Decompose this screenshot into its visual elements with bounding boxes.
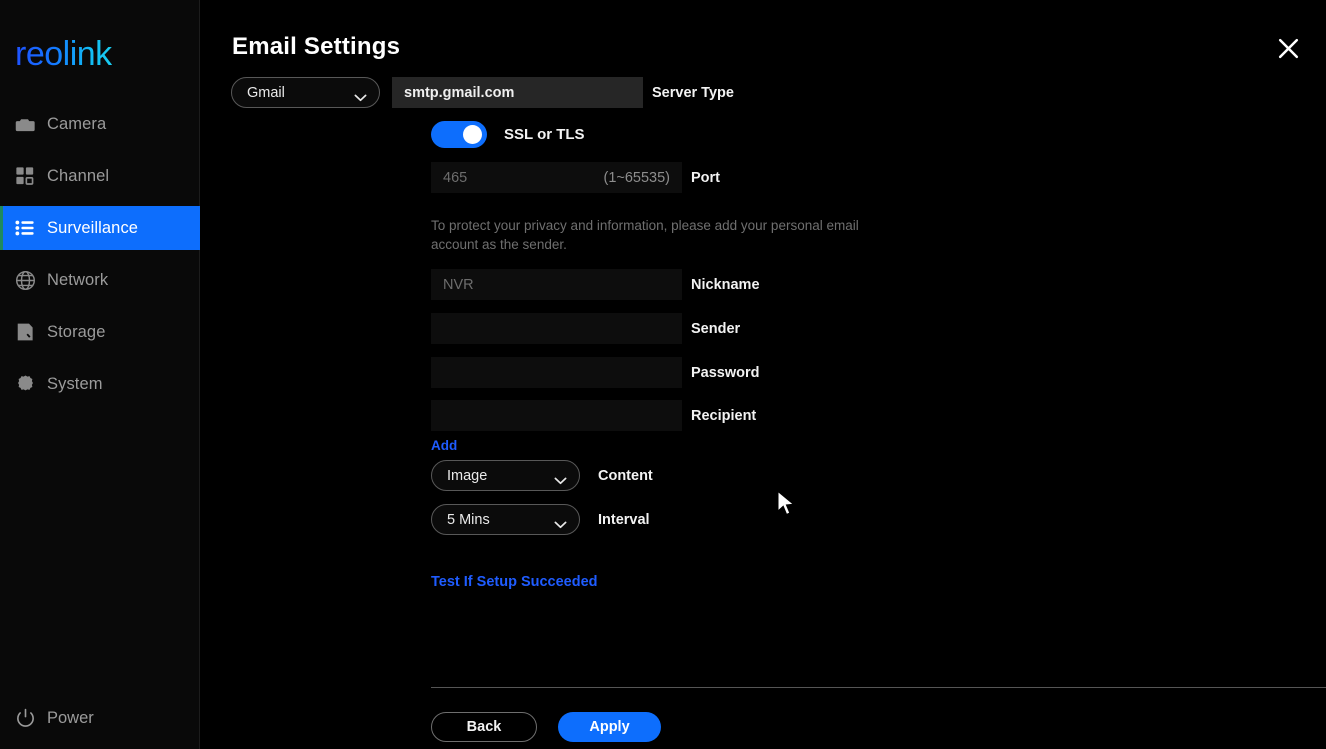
reolink-logo: reolink: [15, 33, 112, 75]
interval-value: 5 Mins: [447, 511, 490, 528]
server-type-row: Gmail smtp.gmail.com Server Type: [231, 77, 734, 108]
ssl-toggle[interactable]: [431, 121, 487, 148]
content-label: Content: [598, 467, 653, 484]
sidebar-item-network[interactable]: Network: [0, 258, 200, 302]
main-panel: Email Settings Gmail smtp.gmail.com Serv…: [200, 0, 1326, 749]
interval-select[interactable]: 5 Mins: [431, 504, 580, 535]
interval-row: 5 Mins Interval: [431, 504, 650, 535]
logo-text: reolink: [15, 34, 112, 73]
page-title: Email Settings: [232, 33, 401, 60]
ssl-label: SSL or TLS: [504, 126, 585, 143]
interval-label: Interval: [598, 511, 650, 528]
recipient-row: Recipient: [431, 400, 756, 431]
server-type-value: Gmail: [247, 84, 285, 101]
sidebar-nav: Camera Channel Surveillance Network Stor…: [0, 102, 200, 414]
port-value: 465: [443, 169, 468, 186]
sidebar-item-label: Surveillance: [47, 218, 139, 237]
port-label: Port: [691, 169, 720, 186]
port-row: 465 (1~65535) Port: [431, 162, 720, 193]
apply-button[interactable]: Apply: [558, 712, 661, 742]
sidebar-item-surveillance[interactable]: Surveillance: [0, 206, 200, 250]
test-setup-link[interactable]: Test If Setup Succeeded: [431, 574, 598, 590]
power-icon: [14, 707, 36, 729]
close-icon[interactable]: [1272, 32, 1304, 64]
footer-divider: [431, 687, 1326, 688]
content-row: Image Content: [431, 460, 653, 491]
nickname-placeholder: NVR: [443, 276, 474, 293]
chevron-down-icon: [354, 89, 367, 101]
app-window: reolink Camera Channel Surveillance Netw…: [0, 0, 1326, 749]
content-value: Image: [447, 467, 488, 484]
nickname-input[interactable]: NVR: [431, 269, 682, 300]
toggle-knob: [463, 125, 482, 144]
hard-drive-icon: [14, 321, 36, 343]
sidebar: reolink Camera Channel Surveillance Netw…: [0, 0, 200, 749]
nickname-label: Nickname: [691, 276, 760, 293]
sidebar-item-label: Storage: [47, 322, 106, 341]
sidebar-item-system[interactable]: System: [0, 362, 200, 406]
sidebar-item-channel[interactable]: Channel: [0, 154, 200, 198]
password-input[interactable]: [431, 357, 682, 388]
sidebar-item-label: Camera: [47, 114, 107, 133]
power-label: Power: [47, 708, 94, 727]
recipient-label: Recipient: [691, 407, 757, 424]
power-button[interactable]: Power: [14, 707, 94, 729]
chevron-down-icon: [554, 516, 567, 528]
port-input[interactable]: 465 (1~65535): [431, 162, 682, 193]
nickname-row: NVR Nickname: [431, 269, 760, 300]
gear-icon: [14, 373, 36, 395]
globe-icon: [14, 269, 36, 291]
recipient-input[interactable]: [431, 400, 682, 431]
port-range-hint: (1~65535): [603, 169, 670, 186]
back-button[interactable]: Back: [431, 712, 537, 742]
smtp-host-value: smtp.gmail.com: [404, 84, 515, 101]
camera-icon: [14, 113, 36, 135]
sender-row: Sender: [431, 313, 740, 344]
content-select[interactable]: Image: [431, 460, 580, 491]
password-label: Password: [691, 364, 760, 381]
chevron-down-icon: [554, 472, 567, 484]
list-icon: [14, 217, 36, 239]
grid-icon: [14, 165, 36, 187]
privacy-note: To protect your privacy and information,…: [431, 218, 859, 252]
sidebar-item-label: Channel: [47, 166, 110, 185]
ssl-row: SSL or TLS: [431, 121, 585, 148]
server-type-label: Server Type: [652, 84, 734, 101]
sender-label: Sender: [691, 320, 741, 337]
sidebar-item-label: System: [47, 374, 103, 393]
smtp-host-input[interactable]: smtp.gmail.com: [392, 77, 643, 108]
password-row: Password: [431, 357, 760, 388]
add-recipient-link[interactable]: Add: [431, 438, 457, 453]
sidebar-item-storage[interactable]: Storage: [0, 310, 200, 354]
sidebar-item-camera[interactable]: Camera: [0, 102, 200, 146]
sidebar-item-label: Network: [47, 270, 109, 289]
sender-input[interactable]: [431, 313, 682, 344]
server-type-select[interactable]: Gmail: [231, 77, 380, 108]
